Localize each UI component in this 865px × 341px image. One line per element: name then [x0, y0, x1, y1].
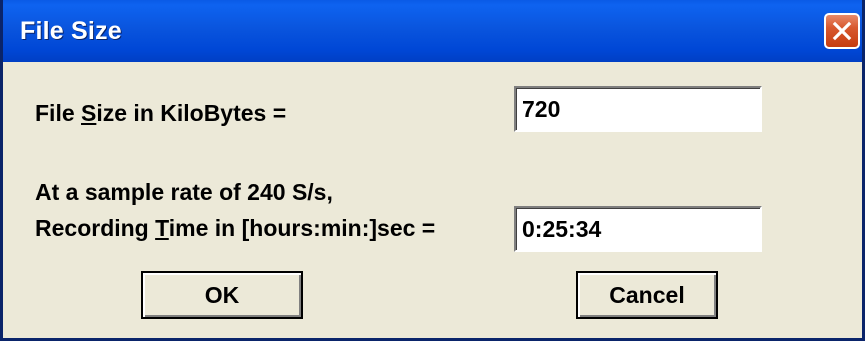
cancel-button[interactable]: Cancel: [576, 271, 718, 319]
title-bar[interactable]: File Size: [3, 0, 862, 62]
file-size-input[interactable]: [514, 86, 762, 132]
dialog-client-area: File Size in KiloBytes = At a sample rat…: [3, 62, 862, 338]
ok-button[interactable]: OK: [141, 271, 303, 319]
recording-time-label: Recording Time in [hours:min:]sec =: [35, 215, 436, 241]
file-size-label: File Size in KiloBytes =: [35, 100, 287, 126]
close-icon: [832, 21, 852, 41]
close-button[interactable]: [824, 13, 860, 49]
recording-time-input[interactable]: [514, 206, 762, 252]
recording-time-accelerator: T: [155, 215, 169, 241]
sample-rate-text: At a sample rate of 240 S/s,: [35, 179, 333, 205]
file-size-dialog: File Size File Size in KiloBytes = At a …: [0, 0, 865, 341]
window-title: File Size: [20, 17, 122, 45]
file-size-accelerator: S: [81, 100, 97, 126]
